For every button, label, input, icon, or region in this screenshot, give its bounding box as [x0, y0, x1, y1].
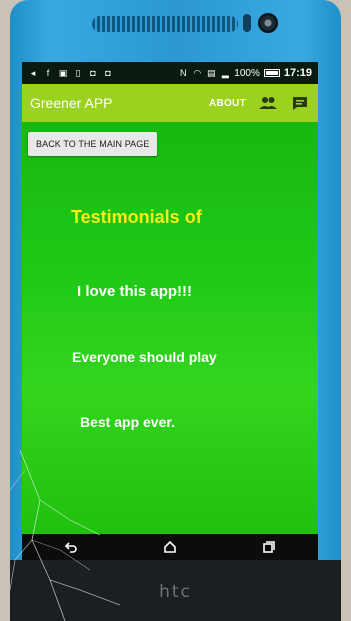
battery-percent: 100%	[234, 67, 260, 79]
testimonials-page: BACK TO THE MAIN PAGE Testimonials of I …	[22, 122, 318, 534]
facebook-icon: f	[46, 68, 50, 78]
back-to-main-button[interactable]: BACK TO THE MAIN PAGE	[28, 132, 158, 156]
speaker-grille	[92, 16, 238, 32]
front-camera	[258, 13, 278, 33]
about-menu-item[interactable]: ABOUT	[209, 98, 246, 109]
notification-icon: ◂	[30, 67, 36, 78]
app-icon: ◘	[90, 68, 96, 78]
clock: 17:19	[283, 67, 312, 79]
data-icon: ▤	[207, 67, 216, 78]
testimonial-text: I love this app!!!	[77, 283, 193, 300]
gallery-icon: ▣	[58, 67, 68, 78]
testimonial-text: Best app ever.	[80, 414, 175, 430]
status-bar: ◂ f ▣ ▯ ◘ ◘ N ◠ ▤ ▂ 100% 17:19	[22, 62, 318, 84]
screen: ◂ f ▣ ▯ ◘ ◘ N ◠ ▤ ▂ 100% 17:19 Greener A…	[22, 62, 318, 534]
page-heading: Testimonials of	[71, 207, 202, 227]
sensor	[243, 14, 251, 32]
signal-icon: ▂	[221, 67, 229, 78]
app-icon-2: ◘	[105, 68, 111, 78]
back-icon[interactable]	[56, 536, 86, 558]
home-icon[interactable]	[155, 536, 185, 558]
recents-icon[interactable]	[254, 536, 284, 558]
app-title: Greener APP	[30, 95, 113, 111]
nfc-icon: N	[180, 68, 187, 78]
chat-icon[interactable]	[290, 93, 310, 113]
app-bar: Greener APP ABOUT	[22, 84, 318, 122]
battery-icon	[263, 69, 280, 77]
testimonial-text: Everyone should play	[72, 349, 217, 365]
wifi-icon: ◠	[193, 67, 202, 78]
android-nav-bar	[22, 534, 318, 560]
people-icon[interactable]	[258, 93, 278, 113]
phone-chin: htc	[10, 560, 341, 621]
brand-logo: htc	[159, 582, 192, 602]
file-icon: ▯	[75, 67, 81, 78]
